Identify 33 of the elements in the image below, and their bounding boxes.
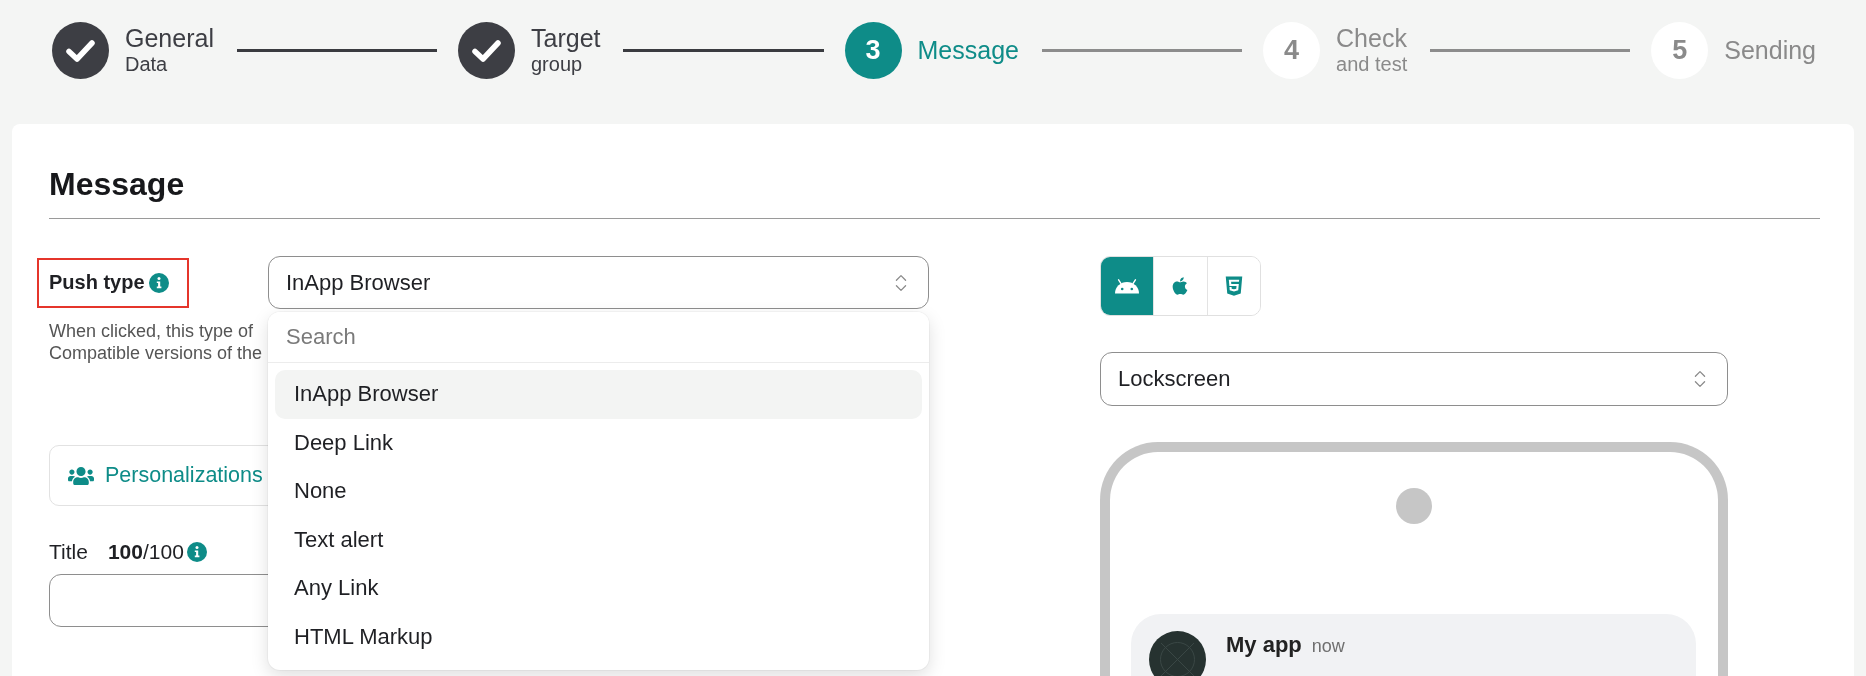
step-number: 5 <box>1651 21 1709 79</box>
dropdown-option[interactable]: InApp Browser <box>275 370 922 419</box>
step-number: 4 <box>1263 21 1321 79</box>
app-avatar-icon <box>1149 631 1206 676</box>
info-icon <box>148 272 169 293</box>
description-text: When clicked, this type of <box>49 320 254 342</box>
field-label: Push type <box>49 271 145 294</box>
step-title: Sending <box>1724 36 1816 64</box>
dropdown-option[interactable]: Any Link <box>275 564 922 613</box>
platform-tab[interactable] <box>1101 257 1154 315</box>
description-text: Compatible versions of the <box>49 342 263 364</box>
step-number: 3 <box>844 21 902 79</box>
search-input[interactable]: Search <box>268 312 929 363</box>
step-subtitle: group <box>531 52 584 76</box>
android-icon <box>1114 278 1141 294</box>
step-title: Message <box>917 36 1019 64</box>
step-subtitle: Data <box>125 51 169 76</box>
notification-time: now <box>1311 635 1345 658</box>
step-title: Check <box>1336 24 1408 52</box>
section-title: Message <box>49 165 186 204</box>
step-subtitle: and test <box>1336 51 1408 76</box>
camera-dot-icon <box>1396 488 1432 524</box>
field-label: Title <box>49 540 88 564</box>
character-counter: 100/100 <box>107 540 184 564</box>
info-icon <box>186 542 207 562</box>
dropdown-option[interactable]: Text alert <box>275 515 922 564</box>
app-name: My app <box>1226 631 1302 659</box>
platform-tab[interactable] <box>1206 257 1260 315</box>
step-title: General <box>125 24 214 52</box>
push-type-select[interactable]: InApp Browser <box>268 256 929 309</box>
view-select[interactable]: Lockscreen <box>1100 352 1728 406</box>
step-title: Target <box>531 24 601 52</box>
dropdown-option[interactable]: HTML Markup <box>275 612 922 661</box>
